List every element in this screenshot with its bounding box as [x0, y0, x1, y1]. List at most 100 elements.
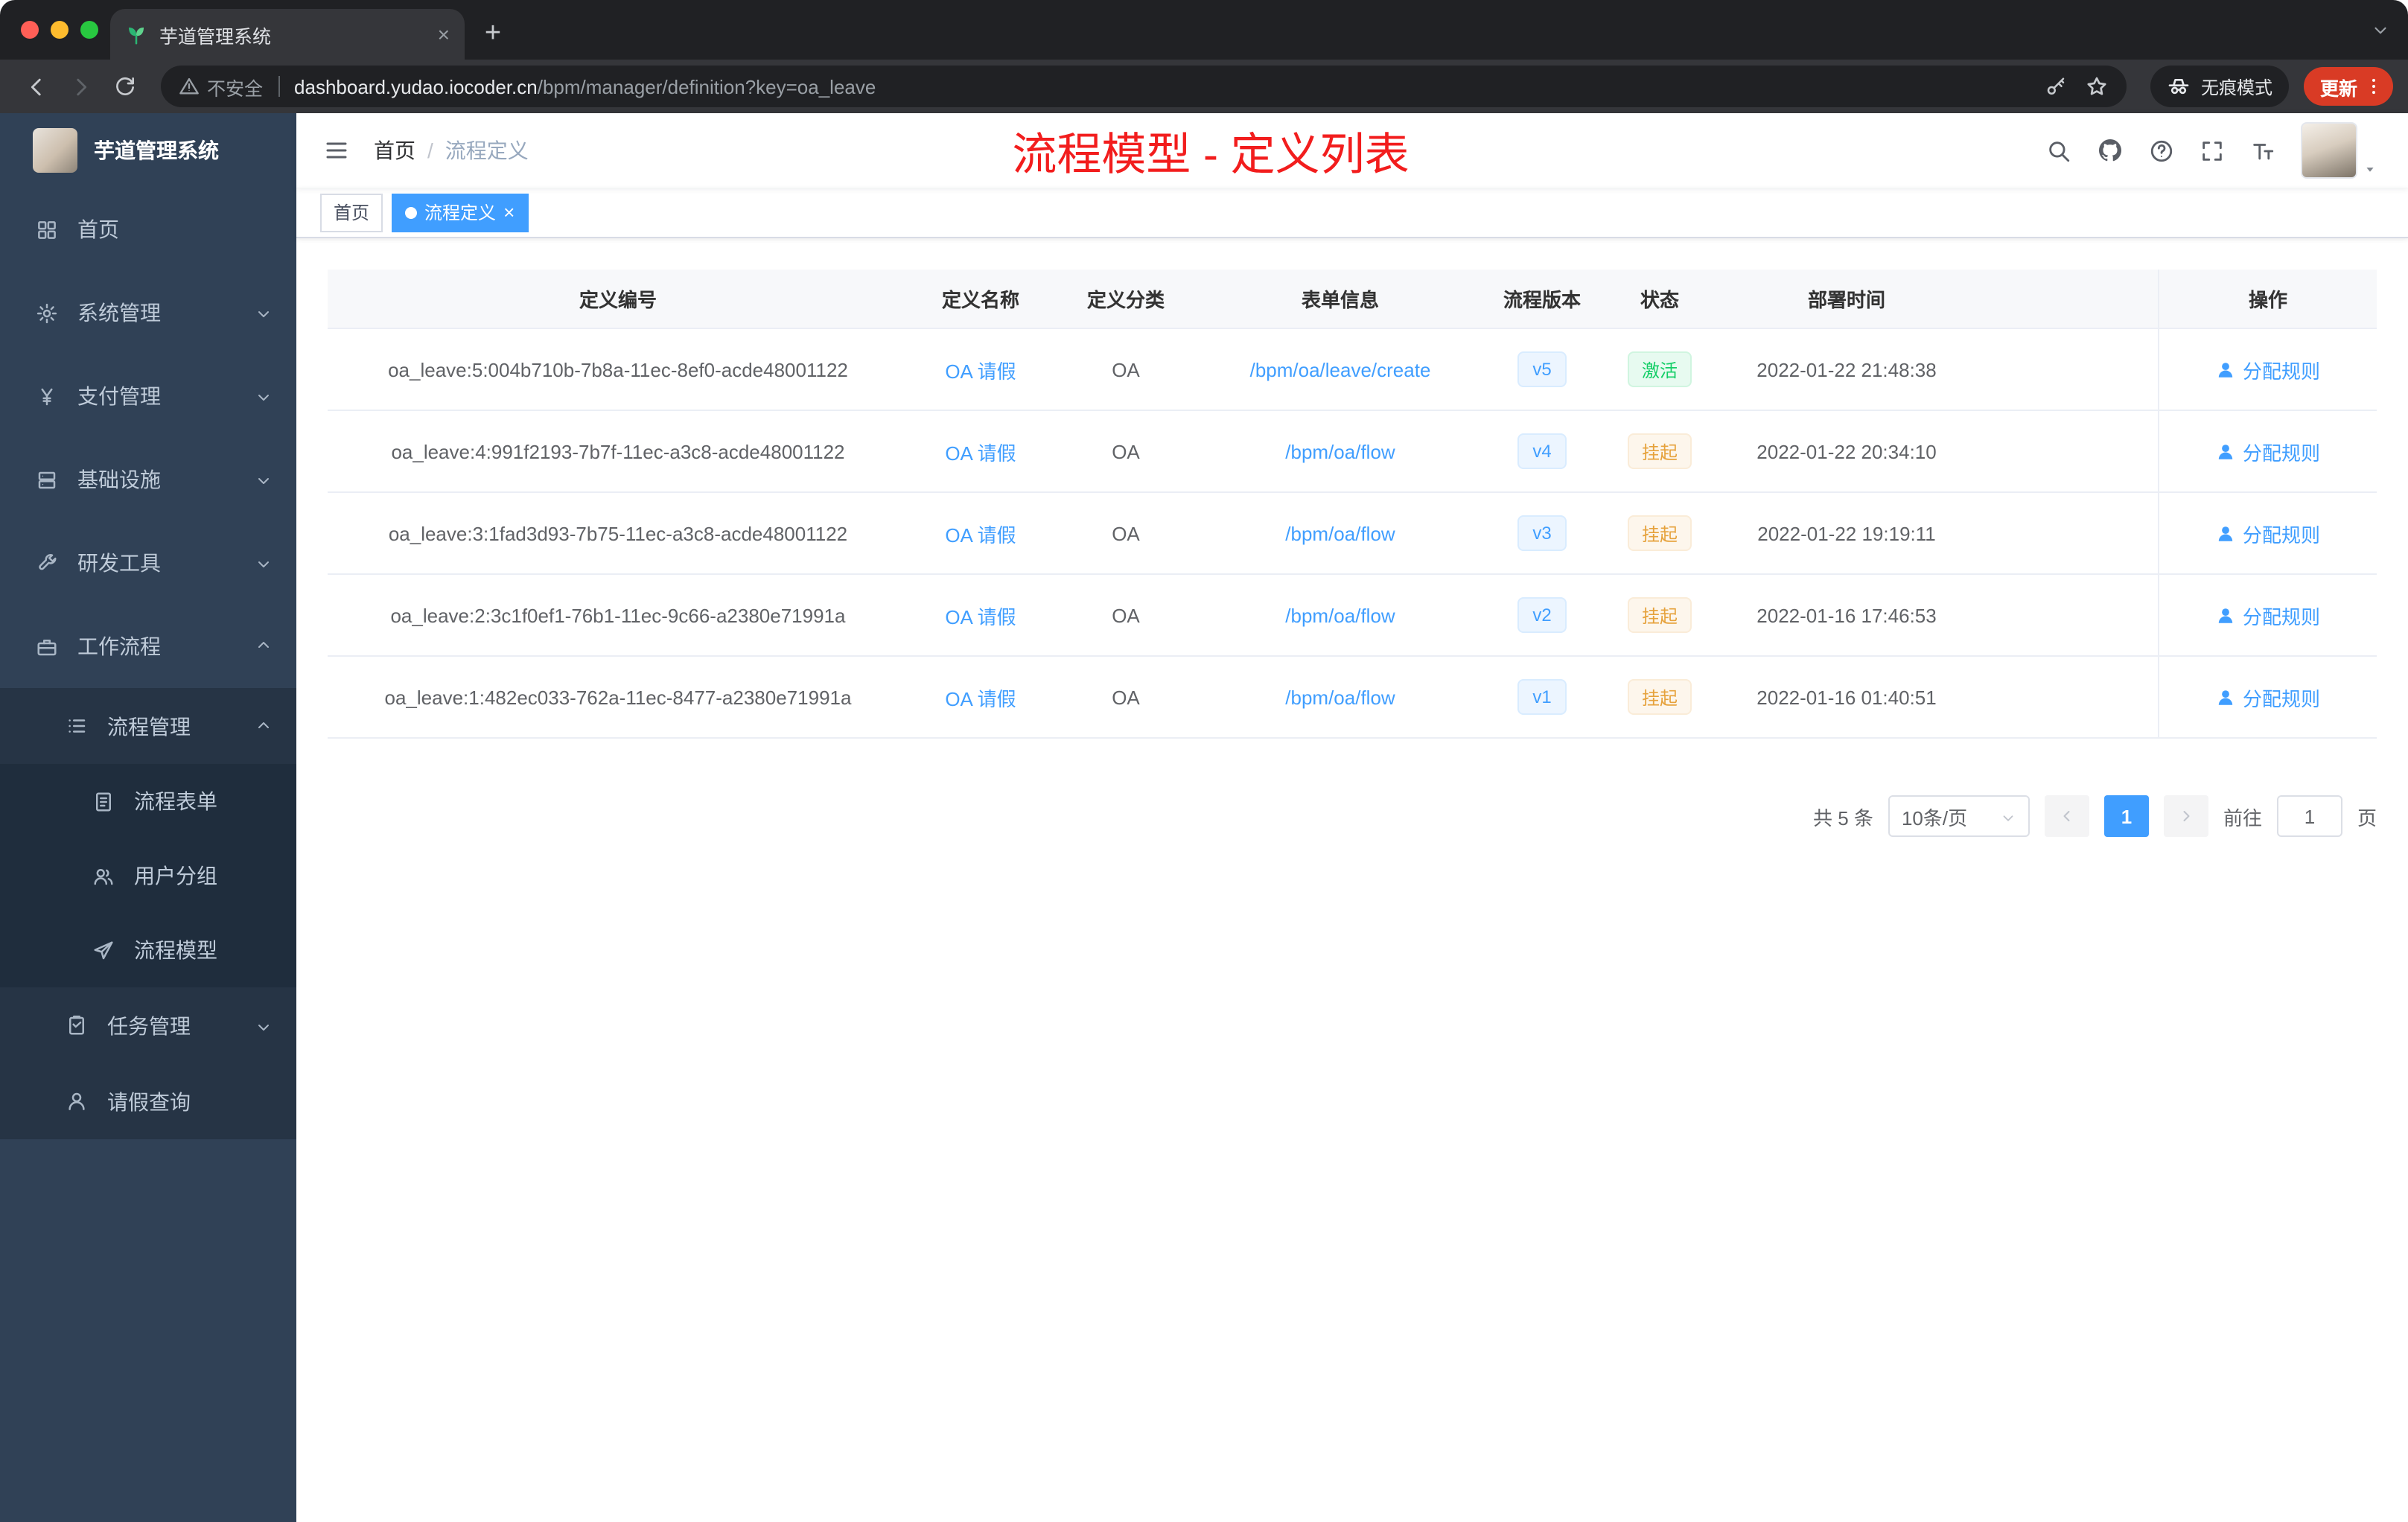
sidebar-logo[interactable]: 芋道管理系统: [0, 113, 296, 188]
cell-category: OA: [1112, 440, 1140, 462]
url-host: dashboard.yudao.iocoder.cn: [294, 75, 538, 98]
cell-version: v3: [1482, 493, 1602, 573]
definition-name-link[interactable]: OA 请假: [945, 355, 1016, 383]
address-bar[interactable]: 不安全 dashboard.yudao.iocoder.cn/bpm/manag…: [161, 66, 2127, 107]
breadcrumb-home[interactable]: 首页: [374, 136, 415, 165]
sidebar-item-dev-tools[interactable]: 研发工具: [0, 521, 296, 605]
close-tab-icon[interactable]: ×: [438, 22, 450, 46]
screen: 芋道管理系统 × + 不安全 dashboard.yudao.iocoder.c…: [0, 0, 2408, 1522]
incognito-label: 无痕模式: [2200, 77, 2272, 98]
cell-definition-id: oa_leave:4:991f2193-7b7f-11ec-a3c8-acde4…: [391, 440, 845, 462]
sidebar-item-payment-management[interactable]: 支付管理: [0, 354, 296, 438]
form-link[interactable]: /bpm/oa/flow: [1285, 604, 1395, 626]
sidebar-item-system-management[interactable]: 系统管理: [0, 271, 296, 354]
cell-definition-name: OA 请假: [908, 575, 1053, 655]
sidebar-item-process-management[interactable]: 流程管理: [0, 688, 296, 764]
security-chip[interactable]: 不安全: [179, 72, 263, 101]
tag-label: 流程定义: [424, 203, 497, 223]
form-link[interactable]: /bpm/oa/flow: [1285, 522, 1395, 544]
update-browser-button[interactable]: 更新: [2303, 67, 2393, 106]
table-row: oa_leave:4:991f2193-7b7f-11ec-a3c8-acde4…: [328, 411, 2377, 493]
key-icon[interactable]: [2045, 75, 2067, 98]
definition-name-link[interactable]: OA 请假: [945, 519, 1016, 547]
menu-dots-icon[interactable]: [2363, 76, 2384, 97]
sidebar-item-workflow[interactable]: 工作流程: [0, 605, 296, 688]
reload-button[interactable]: [104, 66, 146, 107]
bookmark-star-icon[interactable]: [2085, 74, 2109, 98]
table-row: oa_leave:5:004b710b-7b8a-11ec-8ef0-acde4…: [328, 329, 2377, 411]
cell-status: 挂起: [1602, 493, 1717, 573]
next-page-button[interactable]: [2163, 795, 2208, 837]
assign-rule-link[interactable]: 分配规则: [2216, 355, 2320, 383]
cell-definition-id: oa_leave:5:004b710b-7b8a-11ec-8ef0-acde4…: [388, 358, 848, 380]
cell-deploy-time: 2022-01-16 01:40:51: [1756, 686, 1937, 708]
sidebar-item-label: 任务管理: [107, 1013, 191, 1037]
navbar-right-icons: [2046, 122, 2378, 179]
help-icon[interactable]: [2149, 138, 2174, 163]
search-icon[interactable]: [2046, 138, 2071, 163]
form-link[interactable]: /bpm/oa/leave/create: [1250, 358, 1431, 380]
sidebar-item-process-form[interactable]: 流程表单: [0, 764, 296, 838]
page-size-select[interactable]: 10条/页: [1888, 795, 2030, 837]
prev-page-button[interactable]: [2044, 795, 2089, 837]
cell-form-info: /bpm/oa/flow: [1199, 657, 1482, 737]
assign-rule-label: 分配规则: [2242, 442, 2320, 464]
github-icon[interactable]: [2097, 137, 2124, 164]
table-row: oa_leave:3:1fad3d93-7b75-11ec-a3c8-acde4…: [328, 493, 2377, 575]
col-header-deploy-time: 部署时间: [1807, 289, 1885, 311]
definition-name-link[interactable]: OA 请假: [945, 601, 1016, 629]
sidebar-item-task-management[interactable]: 任务管理: [0, 987, 296, 1063]
cell-category: OA: [1112, 522, 1140, 544]
assign-rule-link[interactable]: 分配规则: [2216, 601, 2320, 629]
font-size-icon[interactable]: [2250, 138, 2275, 163]
form-link[interactable]: /bpm/oa/flow: [1285, 686, 1395, 708]
assign-rule-link[interactable]: 分配规则: [2216, 683, 2320, 711]
breadcrumb-current: 流程定义: [445, 138, 529, 162]
app-navbar: 首页 / 流程定义 流程模型 - 定义列表: [296, 113, 2408, 188]
sidebar-item-infrastructure[interactable]: 基础设施: [0, 438, 296, 521]
chevron-down-icon: [2000, 805, 2016, 827]
logo-avatar: [33, 128, 77, 173]
sidebar-item-user-group[interactable]: 用户分组: [0, 838, 296, 913]
sidebar-item-home[interactable]: 首页: [0, 188, 296, 271]
definition-name-link[interactable]: OA 请假: [945, 683, 1016, 711]
cell-actions: 分配规则: [2158, 329, 2377, 410]
browser-tab[interactable]: 芋道管理系统 ×: [110, 9, 465, 60]
sidebar-item-label: 请假查询: [107, 1089, 191, 1113]
new-tab-button[interactable]: +: [471, 12, 515, 57]
window-controls[interactable]: [21, 21, 98, 39]
cell-actions: 分配规则: [2158, 575, 2377, 655]
pagination-total: 共 5 条: [1813, 806, 1873, 829]
fullscreen-icon[interactable]: [2200, 138, 2225, 163]
form-link[interactable]: /bpm/oa/flow: [1285, 440, 1395, 462]
back-button[interactable]: [15, 66, 57, 107]
assign-rule-link[interactable]: 分配规则: [2216, 437, 2320, 465]
assign-rule-link[interactable]: 分配规则: [2216, 519, 2320, 547]
cell-status: 激活: [1602, 329, 1717, 410]
sidebar-item-label: 系统管理: [77, 301, 161, 325]
col-header-actions: 操作: [2158, 270, 2377, 328]
close-window-button[interactable]: [21, 21, 39, 39]
assign-user-icon: [2216, 687, 2235, 707]
version-badge: v1: [1517, 679, 1567, 715]
assign-user-icon: [2216, 523, 2235, 543]
zoom-window-button[interactable]: [80, 21, 98, 39]
minimize-window-button[interactable]: [51, 21, 69, 39]
tab-search-chevron-icon[interactable]: [2371, 18, 2390, 40]
tag-process-definition[interactable]: 流程定义 ×: [392, 193, 529, 232]
sidebar-item-process-model[interactable]: 流程模型: [0, 913, 296, 987]
cell-spacer: [1976, 657, 2158, 737]
user-avatar[interactable]: [2301, 122, 2378, 179]
goto-page-input[interactable]: [2276, 795, 2342, 837]
hamburger-icon[interactable]: [308, 122, 365, 179]
close-tag-icon[interactable]: ×: [503, 203, 515, 222]
cell-form-info: /bpm/oa/flow: [1199, 575, 1482, 655]
cell-actions: 分配规则: [2158, 411, 2377, 491]
sidebar-item-leave-query[interactable]: 请假查询: [0, 1063, 296, 1139]
forward-button[interactable]: [60, 66, 101, 107]
definition-name-link[interactable]: OA 请假: [945, 437, 1016, 465]
sidebar-item-label: 研发工具: [77, 551, 161, 575]
tag-home[interactable]: 首页: [320, 193, 383, 232]
update-label: 更新: [2319, 78, 2357, 99]
page-number-button[interactable]: 1: [2103, 795, 2149, 837]
